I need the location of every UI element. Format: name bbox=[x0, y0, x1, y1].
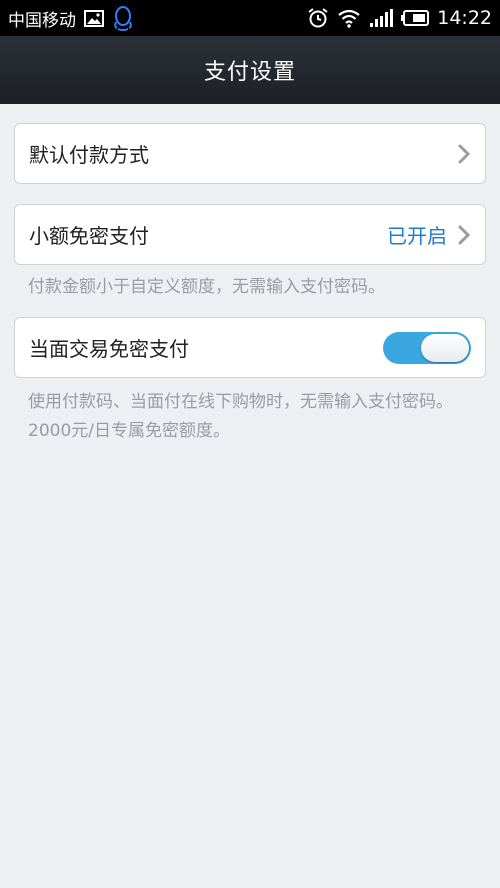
toggle-knob bbox=[421, 333, 469, 362]
face-to-face-row: 当面交易免密支付 bbox=[14, 317, 486, 378]
small-amount-row[interactable]: 小额免密支付 已开启 bbox=[14, 204, 486, 265]
small-amount-label: 小额免密支付 bbox=[29, 224, 149, 248]
default-payment-label: 默认付款方式 bbox=[29, 143, 149, 167]
small-amount-hint: 付款金额小于自定义额度，无需输入支付密码。 bbox=[28, 277, 385, 297]
status-time: 14:22 bbox=[437, 7, 492, 29]
chevron-right-icon bbox=[457, 224, 471, 246]
status-bar: 中国移动 14:22 bbox=[0, 0, 500, 36]
face-to-face-hint: 使用付款码、当面付在线下购物时，无需输入支付密码。2000元/日专属免密额度。 bbox=[28, 392, 453, 441]
alarm-icon bbox=[307, 7, 329, 29]
page-title: 支付设置 bbox=[203, 60, 296, 85]
face-to-face-label: 当面交易免密支付 bbox=[29, 337, 189, 361]
qq-icon bbox=[112, 5, 134, 31]
wifi-icon bbox=[337, 8, 361, 28]
face-to-face-toggle[interactable] bbox=[383, 331, 471, 364]
battery-icon bbox=[401, 10, 430, 26]
default-payment-row[interactable]: 默认付款方式 bbox=[14, 123, 486, 184]
small-amount-status: 已开启 bbox=[387, 224, 447, 248]
image-icon bbox=[84, 9, 104, 27]
carrier-label: 中国移动 bbox=[8, 10, 76, 31]
chevron-right-icon bbox=[457, 143, 471, 165]
title-bar: 支付设置 bbox=[0, 36, 500, 104]
signal-icon bbox=[369, 9, 394, 27]
